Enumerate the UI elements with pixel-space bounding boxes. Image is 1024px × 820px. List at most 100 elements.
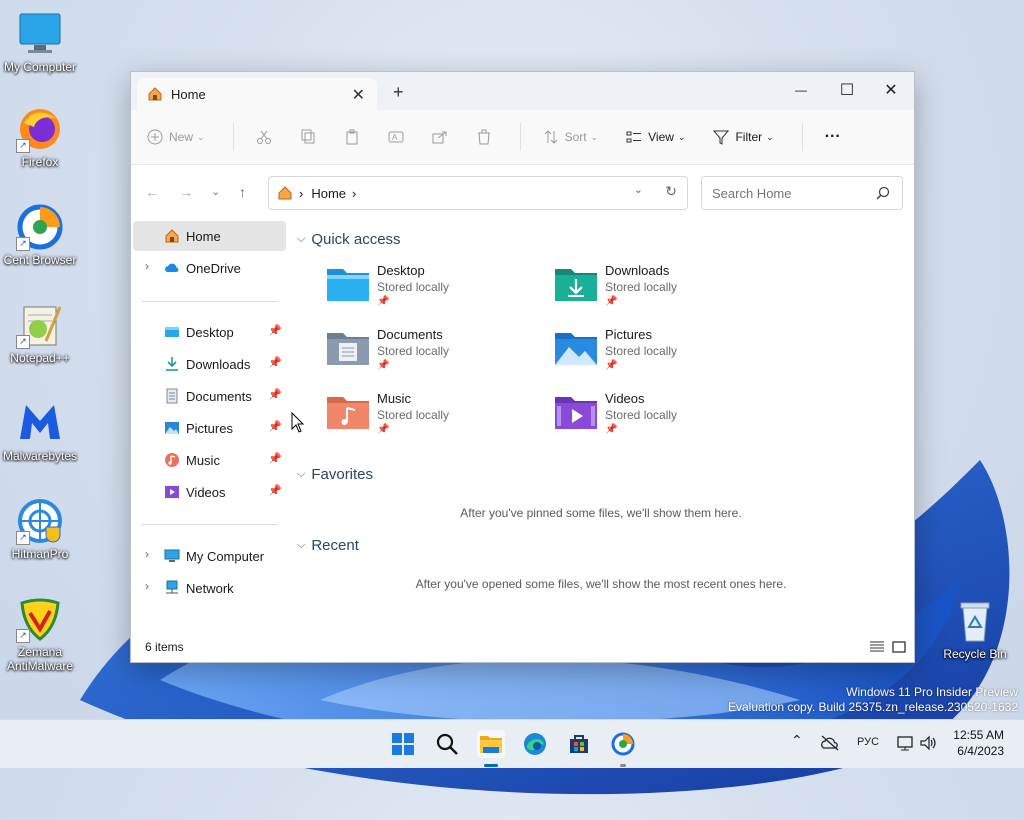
item-count: 6 items xyxy=(145,640,184,654)
up-arrow-icon[interactable]: ↑ xyxy=(239,184,246,200)
tiles-view-icon[interactable] xyxy=(892,641,906,653)
maximize-button[interactable]: ☐ xyxy=(824,76,870,104)
back-arrow-icon[interactable]: ← xyxy=(145,184,159,200)
nav-item-pictures[interactable]: Pictures 📌 xyxy=(133,413,286,443)
pin-icon[interactable]: 📌 xyxy=(268,484,282,497)
minimize-button[interactable]: — xyxy=(778,76,824,104)
nav-item-downloads[interactable]: Downloads 📌 xyxy=(133,349,286,379)
desktop-icon-label: Firefox xyxy=(21,155,59,169)
view-button[interactable]: View ⌄ xyxy=(626,129,685,145)
filter-label: Filter xyxy=(735,130,763,144)
section-recent[interactable]: ⌵ Recent xyxy=(297,537,359,554)
quick-access-documents[interactable]: Documents Stored locally 📌 xyxy=(327,327,547,383)
desktop-icon-cent-browser[interactable]: ↗ Cent Browser xyxy=(0,203,80,267)
pin-icon: 📌 xyxy=(605,424,618,435)
nav-item-home[interactable]: Home xyxy=(133,221,286,251)
section-favorites[interactable]: ⌵ Favorites xyxy=(297,466,373,483)
home-icon xyxy=(147,86,163,102)
file-explorer-taskbar-button[interactable] xyxy=(477,730,505,758)
network-icon[interactable] xyxy=(897,735,915,751)
expand-chevron-icon[interactable]: › xyxy=(145,547,149,561)
search-button[interactable] xyxy=(433,730,461,758)
item-name: Pictures xyxy=(605,327,652,342)
quick-access-videos[interactable]: Videos Stored locally 📌 xyxy=(555,391,775,447)
desktop-icon-firefox[interactable]: ↗ Firefox xyxy=(0,105,80,169)
desktop-icon-malwarebytes[interactable]: Malwarebytes xyxy=(0,399,80,463)
sort-button[interactable]: Sort ⌄ xyxy=(543,129,598,145)
clock[interactable]: 12:55 AM 6/4/2023 xyxy=(953,727,1004,759)
quick-access-music[interactable]: Music Stored locally 📌 xyxy=(327,391,547,447)
copy-button[interactable] xyxy=(300,129,322,145)
edge-taskbar-button[interactable] xyxy=(521,730,549,758)
edge-icon xyxy=(524,733,546,755)
expand-chevron-icon[interactable]: › xyxy=(145,579,149,593)
item-subtitle: Stored locally xyxy=(377,344,450,358)
desktop-icon-hitmanpro[interactable]: ↗ HitmanPro xyxy=(0,497,80,561)
breadcrumb-home[interactable]: Home xyxy=(311,186,346,201)
nav-item-label: Desktop xyxy=(186,325,234,340)
new-tab-button[interactable]: + xyxy=(393,82,404,103)
pin-icon[interactable]: 📌 xyxy=(268,356,282,369)
pin-icon[interactable]: 📌 xyxy=(268,388,282,401)
minimize-icon: — xyxy=(795,83,807,97)
nav-item-label: Videos xyxy=(186,485,226,500)
address-bar[interactable]: › Home › ⌄ ↻ xyxy=(268,176,688,210)
search-input[interactable] xyxy=(710,184,874,202)
search-box[interactable] xyxy=(701,176,903,210)
nav-item-music[interactable]: Music 📌 xyxy=(133,445,286,475)
section-title: Favorites xyxy=(311,466,374,483)
shortcut-arrow-icon: ↗ xyxy=(16,237,30,251)
pin-icon[interactable]: 📌 xyxy=(268,324,282,337)
home-icon xyxy=(277,185,293,201)
nav-item-onedrive[interactable]: › OneDrive xyxy=(133,253,286,283)
rename-button[interactable]: A xyxy=(388,129,410,145)
volume-icon[interactable] xyxy=(920,735,938,751)
nav-item-documents[interactable]: Documents 📌 xyxy=(133,381,286,411)
cloud-offline-icon[interactable] xyxy=(820,735,840,751)
nav-item-network[interactable]: › Network xyxy=(133,573,286,603)
start-button[interactable] xyxy=(389,730,417,758)
recent-locations-chevron-icon[interactable]: ⌄ xyxy=(211,185,220,198)
pin-icon[interactable]: 📌 xyxy=(268,420,282,433)
paste-button[interactable] xyxy=(344,129,366,145)
address-history-chevron-icon[interactable]: ⌄ xyxy=(634,183,643,196)
pin-icon[interactable]: 📌 xyxy=(268,452,282,465)
input-language-indicator[interactable]: РУС xyxy=(857,736,879,748)
toolbar-divider xyxy=(519,123,521,151)
cut-button[interactable] xyxy=(256,129,278,145)
item-name: Music xyxy=(377,391,411,406)
details-view-icon[interactable] xyxy=(870,641,884,653)
quick-access-downloads[interactable]: Downloads Stored locally 📌 xyxy=(555,263,775,319)
chevron-down-icon: ⌄ xyxy=(766,131,774,142)
filter-button[interactable]: Filter ⌄ xyxy=(713,129,774,145)
clipboard-icon xyxy=(346,129,358,145)
plus-circle-icon xyxy=(147,129,163,145)
delete-button[interactable] xyxy=(476,129,498,145)
download-icon xyxy=(166,357,178,371)
quick-access-pictures[interactable]: Pictures Stored locally 📌 xyxy=(555,327,775,383)
desktop-icon-zemana[interactable]: ↗ Zemana AntiMalware xyxy=(0,595,80,673)
desktop-icon-my-computer[interactable]: My Computer xyxy=(0,10,80,74)
nav-item-my-computer[interactable]: › My Computer xyxy=(133,541,286,571)
more-options-button[interactable]: ··· xyxy=(825,128,841,146)
tab-home[interactable]: Home ✕ xyxy=(137,78,377,110)
close-button[interactable]: ✕ xyxy=(868,76,914,104)
refresh-icon[interactable]: ↻ xyxy=(665,183,677,200)
nav-item-desktop[interactable]: Desktop 📌 xyxy=(133,317,286,347)
expand-chevron-icon[interactable]: › xyxy=(145,259,149,273)
share-button[interactable] xyxy=(432,129,454,145)
content-area: Home › OneDrive Desktop 📌 Downloads 📌 Do… xyxy=(131,221,914,662)
nav-item-videos[interactable]: Videos 📌 xyxy=(133,477,286,507)
close-tab-icon[interactable]: ✕ xyxy=(352,85,365,105)
picture-icon xyxy=(165,422,179,434)
toolbar-divider xyxy=(232,123,234,151)
new-button[interactable]: New ⌄ xyxy=(147,129,205,145)
desktop-icon-recycle-bin[interactable]: Recycle Bin xyxy=(935,597,1015,661)
store-taskbar-button[interactable] xyxy=(565,730,593,758)
forward-arrow-icon[interactable]: → xyxy=(179,184,193,200)
quick-access-desktop[interactable]: Desktop Stored locally 📌 xyxy=(327,263,547,319)
show-hidden-icons-chevron-icon[interactable]: ⌃ xyxy=(791,732,803,749)
cent-browser-taskbar-button[interactable] xyxy=(609,730,637,758)
desktop-icon-notepad-plus-plus[interactable]: ↗ Notepad++ xyxy=(0,301,80,365)
section-quick-access[interactable]: ⌵ Quick access xyxy=(297,231,401,248)
